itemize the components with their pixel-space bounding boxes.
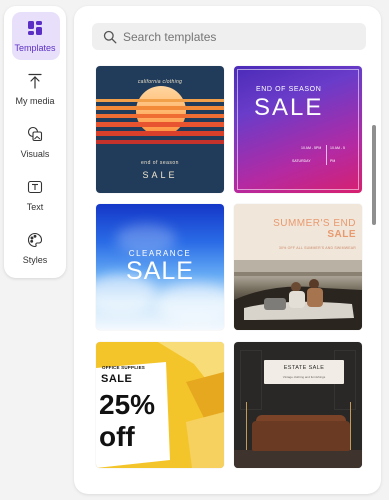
- stripe: [96, 140, 224, 144]
- stripe: [96, 131, 224, 136]
- stripe: [96, 114, 224, 118]
- rail-item-styles[interactable]: Styles: [4, 226, 66, 276]
- template-line1: end of season: [141, 160, 179, 166]
- template-line3: 25%: [99, 389, 156, 420]
- cloud: [156, 284, 224, 324]
- templates-icon: [20, 14, 50, 42]
- rail-label: Text: [26, 202, 44, 212]
- template-line1: END OF SEASON: [256, 86, 322, 93]
- text-icon: [20, 173, 50, 201]
- template-line1: ESTATE SALE: [283, 365, 325, 371]
- rail-item-visuals[interactable]: Visuals: [4, 120, 66, 170]
- search-input[interactable]: [123, 29, 353, 44]
- template-line1: OFFICE SUPPLIES: [102, 365, 146, 370]
- upload-icon: [20, 67, 50, 95]
- template-card-summers-end-sale[interactable]: SUMMER'S END SALE 30% OFF ALL SUMMER'S A…: [234, 204, 362, 330]
- search-box[interactable]: [92, 23, 366, 50]
- template-sub: Vintage clothing and furnishings: [282, 375, 326, 379]
- template-sub: 30% OFF ALL SUMMER'S AND SWIMWEAR: [278, 246, 356, 250]
- rail-label: My media: [15, 96, 55, 106]
- sun-graphic: [136, 86, 186, 136]
- rail-label: Templates: [14, 43, 56, 53]
- lamp-stand: [350, 402, 351, 452]
- template-card-office-supplies-sale[interactable]: OFFICE SUPPLIES SALE 25% off: [96, 342, 224, 468]
- template-line2: SALE: [254, 94, 324, 121]
- template-card-sunset-sale[interactable]: california clothing end of season SALE: [96, 66, 224, 193]
- template-line2: SALE: [101, 373, 133, 385]
- template-meta: PM: [316, 146, 322, 150]
- title-panel: [264, 360, 344, 384]
- divider: [326, 145, 327, 165]
- search-icon: [103, 30, 117, 44]
- visuals-icon: [20, 120, 50, 148]
- template-meta: 10 AM - 5: [301, 146, 316, 150]
- template-card-clearance-sale[interactable]: CLEARANCE SALE: [96, 204, 224, 330]
- rail-item-templates[interactable]: Templates: [4, 14, 66, 64]
- side-rail: Templates My media Visuals Text Styles: [4, 6, 66, 278]
- template-meta: PM: [330, 159, 336, 163]
- rail-item-text[interactable]: Text: [4, 173, 66, 223]
- template-photo: [234, 260, 362, 330]
- template-card-end-of-season-sale[interactable]: END OF SEASON SALE 10 AM - 5 PM SATURDAY…: [234, 66, 362, 193]
- template-top-text: california clothing: [137, 79, 183, 85]
- palette-icon: [20, 226, 50, 254]
- scrollbar-thumb[interactable]: [372, 125, 376, 225]
- template-meta: 10 AM - 5: [330, 146, 345, 150]
- templates-panel: california clothing end of season SALE E…: [74, 6, 381, 494]
- stripe: [96, 99, 224, 102]
- stripe: [96, 122, 224, 127]
- stripe: [96, 106, 224, 110]
- template-meta: SATURDAY: [292, 159, 311, 163]
- rail-label: Styles: [22, 255, 48, 265]
- wall-panel: [240, 350, 262, 410]
- template-line2: SALE: [327, 229, 356, 240]
- template-line2: SALE: [126, 257, 194, 285]
- template-card-estate-sale[interactable]: ESTATE SALE Vintage clothing and furnish…: [234, 342, 362, 468]
- template-line4: off: [99, 421, 135, 452]
- rail-label: Visuals: [20, 149, 50, 159]
- template-line2: SALE: [142, 170, 178, 180]
- template-line1: SUMMER'S END: [273, 218, 356, 229]
- floor: [234, 450, 362, 468]
- sofa: [252, 421, 350, 451]
- rail-item-my-media[interactable]: My media: [4, 67, 66, 117]
- lamp-stand: [246, 402, 247, 452]
